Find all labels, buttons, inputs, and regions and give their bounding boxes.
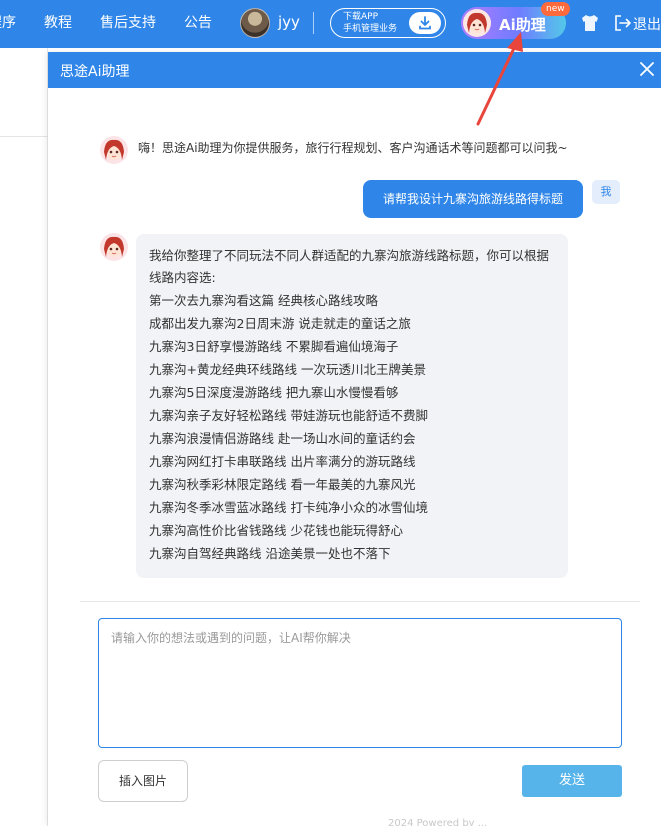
panel-title: 思途Ai助理	[60, 64, 130, 80]
answer-bubble: 我给你整理了不同玩法不同人群适配的九寨沟旅游线路标题，你可以根据线路内容选: 第…	[136, 234, 568, 578]
nav-item-announcement[interactable]: 公告	[184, 14, 212, 32]
ai-avatar-icon	[463, 9, 491, 37]
answer-line: 九寨沟浪漫情侣游路线 赴一场山水间的童话约会	[149, 431, 416, 446]
download-app-line1: 下载APP	[343, 12, 379, 22]
greeting-message: 嗨！思途Ai助理为你提供服务，旅行行程规划、客户沟通话术等问题都可以问我~	[138, 141, 568, 155]
answer-line: 九寨沟+黄龙经典环线路线 一次玩透川北王牌美景	[149, 362, 426, 377]
bot-avatar-icon	[100, 136, 128, 164]
ai-assistant-panel: 思途Ai助理 嗨！思途Ai助理为你提供服务，旅行行程规划、客户沟通话术等问题都可…	[48, 52, 661, 826]
background-page	[0, 48, 48, 826]
answer-line: 成都出发九寨沟2日周末游 说走就走的童话之旅	[149, 316, 411, 331]
answer-line: 九寨沟3日舒享慢游路线 不累脚看遍仙境海子	[149, 339, 399, 354]
ai-assistant-label: Ai助理	[499, 16, 546, 34]
background-divider	[0, 136, 48, 137]
user-avatar-icon[interactable]	[240, 8, 270, 38]
nav-item-after-sales[interactable]: 售后支持	[100, 14, 156, 32]
divider	[313, 12, 314, 34]
divider	[80, 601, 640, 602]
download-app-button[interactable]: 下载APP 手机管理业务	[330, 8, 446, 38]
user-message-bubble: 请帮我设计九寨沟旅游线路得标题	[363, 180, 583, 218]
username[interactable]: jyy	[278, 13, 300, 31]
footer-text: 2024 Powered by ...	[388, 818, 488, 826]
answer-line: 九寨沟秋季彩林限定路线 看一年最美的九寨风光	[149, 477, 416, 492]
user-tag: 我	[592, 180, 620, 204]
question-input[interactable]	[98, 618, 622, 748]
panel-header: 思途Ai助理	[48, 52, 661, 88]
answer-line: 九寨沟自驾经典路线 沿途美景一处也不落下	[149, 546, 391, 561]
answer-line: 九寨沟网红打卡串联路线 出片率满分的游玩路线	[149, 454, 416, 469]
new-badge: new	[541, 2, 570, 16]
nav-item-program[interactable]: 程序	[0, 14, 16, 32]
answer-line: 九寨沟高性价比省钱路线 少花钱也能玩得舒心	[149, 523, 403, 538]
bot-avatar-icon	[100, 233, 128, 261]
answer-line: 九寨沟冬季冰雪蓝冰路线 打卡纯净小众的冰雪仙境	[149, 500, 428, 515]
shirt-icon[interactable]	[580, 14, 600, 32]
answer-line: 九寨沟亲子友好轻松路线 带娃游玩也能舒适不费脚	[149, 408, 428, 423]
answer-line: 九寨沟5日深度漫游路线 把九寨山水慢慢看够	[149, 385, 399, 400]
answer-line: 第一次去九寨沟看这篇 经典核心路线攻略	[149, 293, 378, 308]
logout-label[interactable]: 退出	[633, 14, 661, 34]
send-button[interactable]: 发送	[522, 765, 622, 797]
logout-icon[interactable]	[614, 14, 632, 32]
insert-image-button[interactable]: 插入图片	[98, 760, 188, 802]
answer-intro: 我给你整理了不同玩法不同人群适配的九寨沟旅游线路标题，你可以根据线路内容选:	[149, 248, 550, 285]
download-icon	[409, 12, 441, 34]
download-app-line2: 手机管理业务	[343, 24, 398, 34]
top-navbar: 程序 教程 售后支持 公告 jyy 下载APP 手机管理业务 Ai助理 new	[0, 0, 661, 48]
nav-item-tutorial[interactable]: 教程	[44, 14, 72, 32]
close-icon[interactable]	[640, 62, 654, 76]
